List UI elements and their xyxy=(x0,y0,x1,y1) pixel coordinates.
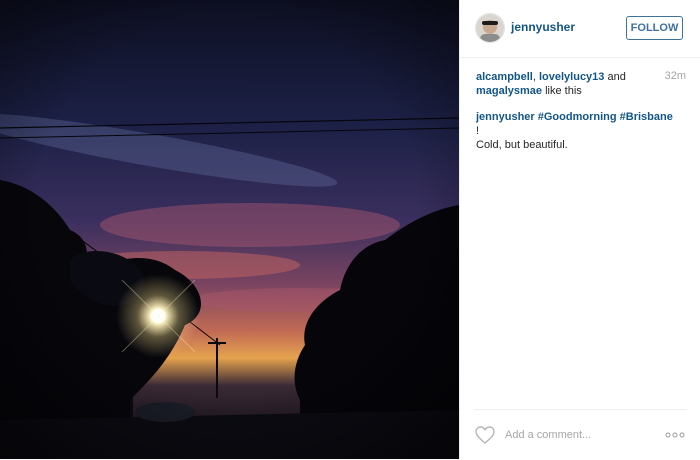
caption-trail: ! xyxy=(476,125,480,137)
comment-input[interactable] xyxy=(505,425,655,445)
post-timestamp[interactable]: 32m xyxy=(665,70,686,82)
like-heart-icon[interactable] xyxy=(475,426,495,444)
liker-link[interactable]: lovelylucy13 xyxy=(539,71,604,83)
post-photo[interactable] xyxy=(0,0,459,459)
liker-link[interactable]: alcampbell xyxy=(476,71,533,83)
follow-button[interactable]: FOLLOW xyxy=(626,16,683,40)
hashtag-link[interactable]: #Goodmorning xyxy=(538,111,617,123)
caption-text: Cold, but beautiful. xyxy=(476,139,568,151)
post-caption: jennyusher #Goodmorning #Brisbane ! Cold… xyxy=(476,110,676,152)
likes-text: alcampbell, lovelylucy13 and magalysmae … xyxy=(476,71,626,97)
more-options-icon[interactable] xyxy=(664,428,686,440)
hashtag-link[interactable]: #Brisbane xyxy=(620,111,673,123)
liker-link[interactable]: magalysmae xyxy=(476,85,542,97)
avatar[interactable] xyxy=(475,13,505,43)
post-sidebar: jennyusher FOLLOW alcampbell, lovelylucy… xyxy=(459,0,700,459)
post-footer xyxy=(474,409,687,460)
caption-author-link[interactable]: jennyusher xyxy=(476,111,535,123)
username-link[interactable]: jennyusher xyxy=(511,20,575,34)
post-header: jennyusher FOLLOW xyxy=(460,0,700,58)
